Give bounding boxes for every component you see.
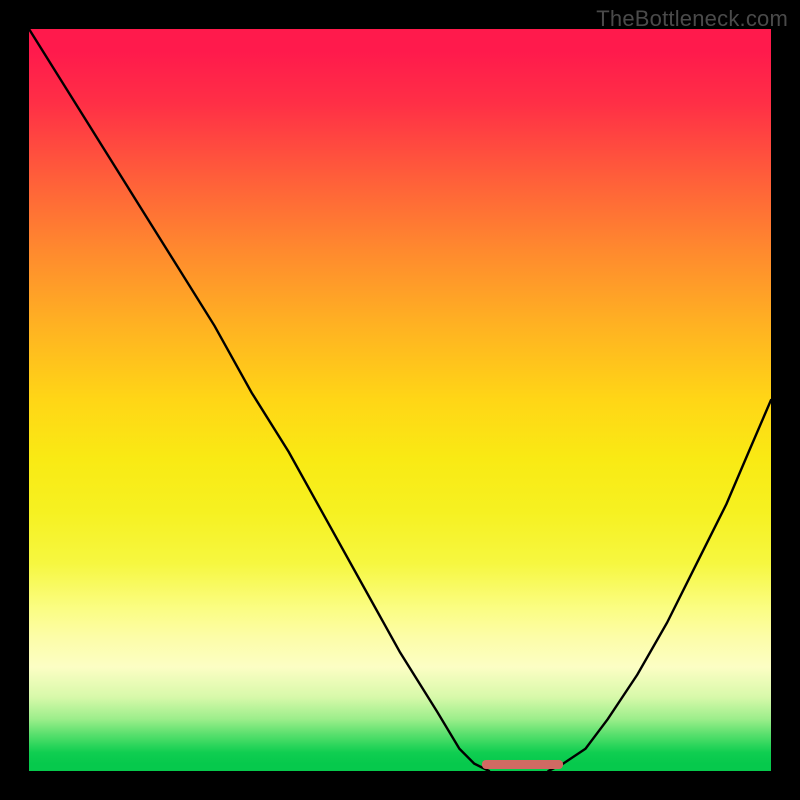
curve-left-path xyxy=(29,29,489,771)
valley-flat-band xyxy=(482,760,564,769)
chart-canvas: TheBottleneck.com xyxy=(0,0,800,800)
plot-area xyxy=(29,29,771,771)
curve-right-path xyxy=(548,400,771,771)
curve-svg xyxy=(29,29,771,771)
